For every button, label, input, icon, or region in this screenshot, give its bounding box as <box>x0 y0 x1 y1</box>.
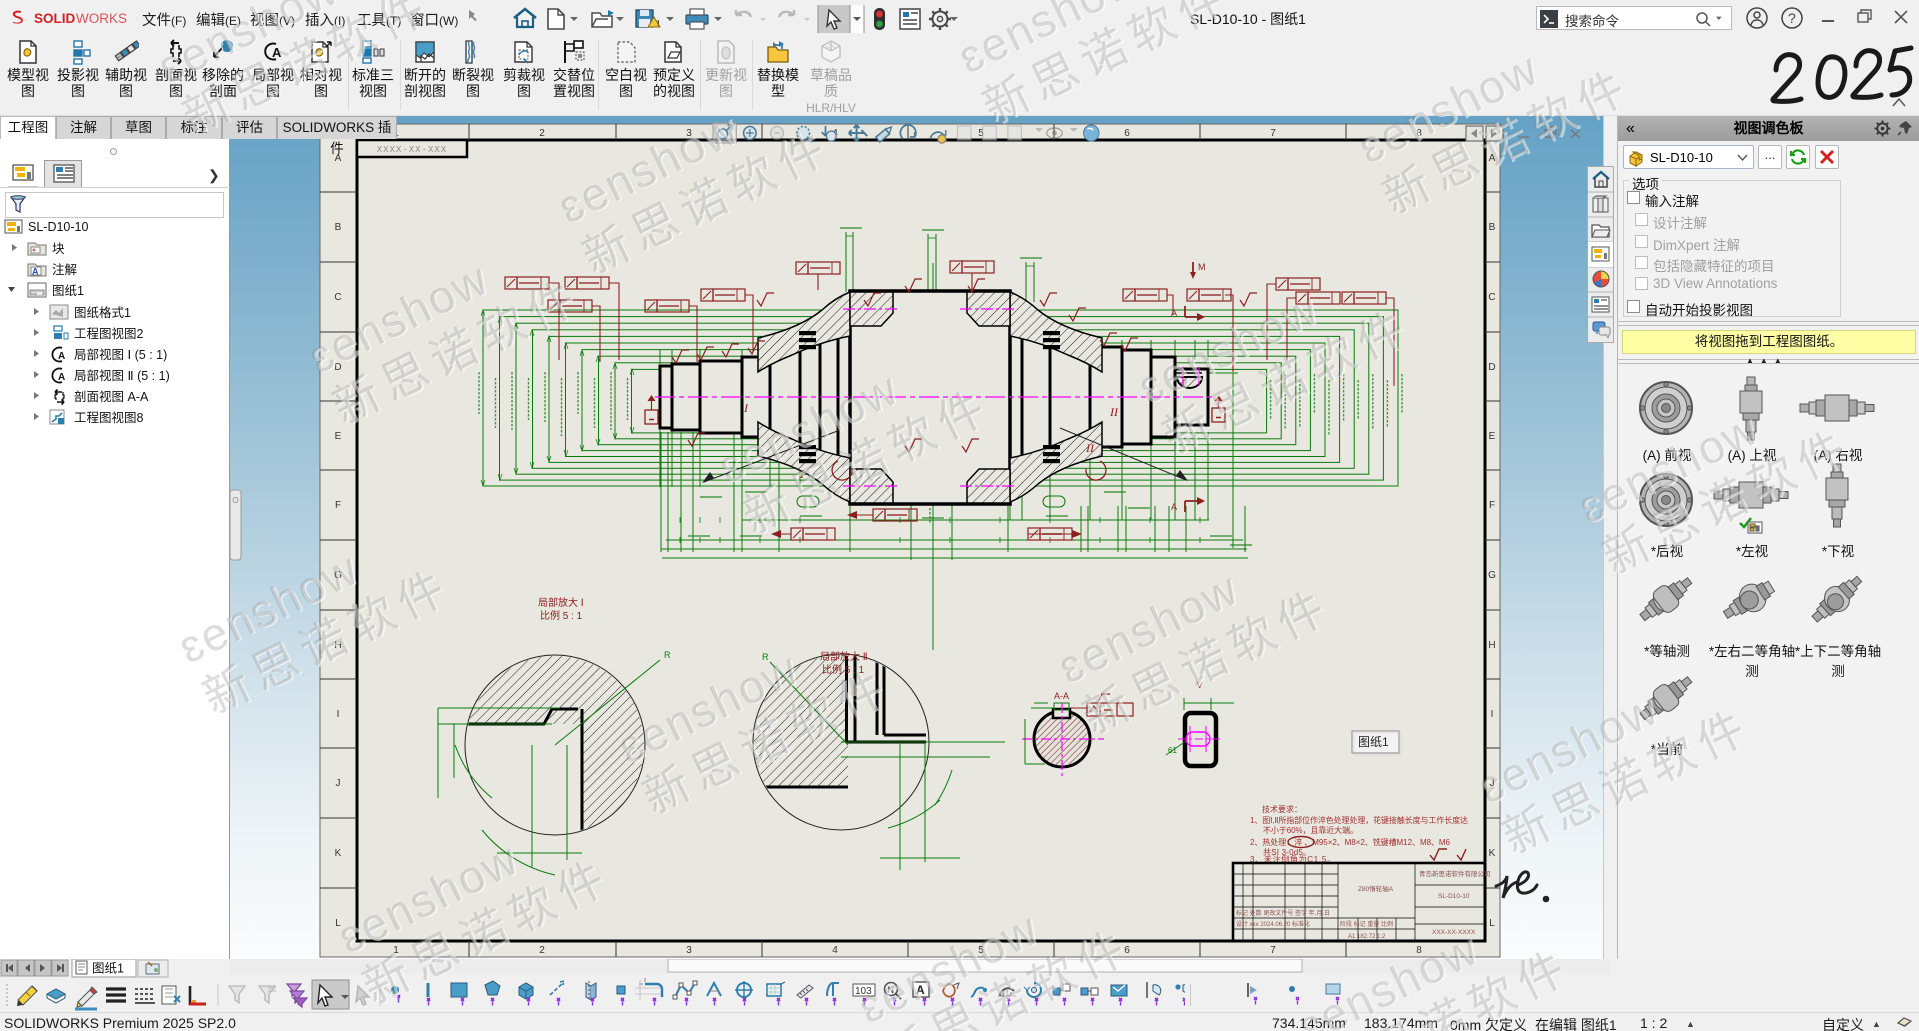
svg-text:7: 7 <box>1270 945 1276 956</box>
svg-text:2: 2 <box>539 945 545 956</box>
svg-text:R: R <box>762 652 769 662</box>
svg-text:H: H <box>334 640 341 651</box>
svg-text:B: B <box>335 222 342 233</box>
svg-text:I: I <box>1491 709 1494 720</box>
svg-text:K: K <box>335 848 342 859</box>
svg-text:SOLID: SOLID <box>34 11 76 26</box>
svg-text:技术要求：: 技术要求： <box>1262 804 1302 814</box>
svg-text:A: A <box>32 267 39 277</box>
svg-text:7: 7 <box>1270 128 1276 139</box>
svg-text:L: L <box>1489 918 1495 929</box>
svg-text:局部放大 Ⅰ: 局部放大 Ⅰ <box>538 596 584 609</box>
svg-text:3: 3 <box>686 945 692 956</box>
svg-text:剖面视图 A-A: 剖面视图 A-A <box>74 389 149 404</box>
svg-text:SL-D10-10: SL-D10-10 <box>1438 893 1470 900</box>
svg-text:青岛新思诺软件有限公司: 青岛新思诺软件有限公司 <box>1419 869 1491 878</box>
svg-text:?: ? <box>1788 10 1796 26</box>
svg-text:2、热处理：淬 、M95×2、M8×2、铣键槽: 2、热处理：淬 、M95×2、M8×2、铣键槽M12、M8、M6 <box>1250 837 1451 847</box>
svg-text:N: N <box>888 985 895 995</box>
svg-text:E: E <box>1489 431 1496 442</box>
svg-text:E: E <box>335 431 342 442</box>
svg-text:标记 处数 更改文件号 签字 年.月.日: 标记 处数 更改文件号 签字 年.月.日 <box>1236 909 1330 917</box>
svg-text:A1 182.72 1:2: A1 182.72 1:2 <box>1348 934 1386 940</box>
svg-text:图纸1: 图纸1 <box>92 962 124 976</box>
svg-text:不小于60%，且靠近大端。: 不小于60%，且靠近大端。 <box>1263 825 1358 835</box>
svg-text:Z80惰轮轴A: Z80惰轮轴A <box>1358 884 1394 893</box>
svg-text:8: 8 <box>1416 128 1422 139</box>
svg-text:图纸1: 图纸1 <box>52 284 84 298</box>
svg-text:J: J <box>336 778 341 789</box>
svg-text:A: A <box>1489 153 1496 164</box>
svg-text:A: A <box>272 45 282 60</box>
svg-text:M: M <box>1198 262 1206 272</box>
svg-text:图纸1: 图纸1 <box>1358 735 1389 749</box>
svg-text:WORKS: WORKS <box>76 11 127 26</box>
svg-text:4: 4 <box>832 945 838 956</box>
svg-text:F: F <box>335 500 341 511</box>
svg-text:A: A <box>1171 502 1177 512</box>
svg-text:图纸格式1: 图纸格式1 <box>74 305 131 320</box>
svg-text:3: 3 <box>686 128 692 139</box>
svg-text:局部放大 Ⅱ: 局部放大 Ⅱ <box>820 650 868 663</box>
svg-text:F: F <box>1489 500 1495 511</box>
svg-text:G: G <box>334 570 342 581</box>
svg-text:C: C <box>1488 292 1495 303</box>
svg-text:A: A <box>58 372 65 383</box>
svg-text:II: II <box>1085 441 1095 455</box>
svg-text:B: B <box>1489 222 1496 233</box>
svg-text:A: A <box>58 351 65 362</box>
svg-text:A-A: A-A <box>1054 691 1069 701</box>
svg-text:工程图视图8: 工程图视图8 <box>74 410 144 425</box>
svg-text:注解: 注解 <box>52 262 77 277</box>
svg-text:!: ! <box>657 19 660 28</box>
svg-text:2: 2 <box>539 128 545 139</box>
svg-text:I: I <box>337 709 340 720</box>
svg-text:局部视图 Ⅱ (5 : 1): 局部视图 Ⅱ (5 : 1) <box>74 368 170 383</box>
svg-text:H: H <box>1488 640 1495 651</box>
svg-text:1: 1 <box>393 945 399 956</box>
svg-text:103: 103 <box>855 986 872 997</box>
svg-text:阶段 标记 重量 比例: 阶段 标记 重量 比例 <box>1340 920 1393 928</box>
svg-text:SL-D10-10: SL-D10-10 <box>28 220 88 234</box>
svg-text:8: 8 <box>1416 945 1422 956</box>
svg-text:II: II <box>1109 405 1119 419</box>
svg-text:A: A <box>1171 308 1177 318</box>
svg-text:J: J <box>1490 778 1495 789</box>
svg-text:比例 5 : 1: 比例 5 : 1 <box>822 663 865 676</box>
svg-text:局部视图 Ⅰ (5 : 1): 局部视图 Ⅰ (5 : 1) <box>74 347 167 362</box>
svg-text:工程图视图2: 工程图视图2 <box>74 326 144 341</box>
svg-text:1、图Ⅰ,Ⅱ所指部位作淬色处理处理，花键接触长度与工作长度达: 1、图Ⅰ,Ⅱ所指部位作淬色处理处理，花键接触长度与工作长度达 <box>1250 815 1468 825</box>
svg-text:R: R <box>664 650 671 660</box>
svg-text:D: D <box>334 362 341 373</box>
svg-text:XXX-XX-XXXX: XXX-XX-XXXX <box>1432 929 1476 936</box>
svg-text:比例 5 : 1: 比例 5 : 1 <box>540 609 583 622</box>
svg-text:块: 块 <box>52 242 65 256</box>
svg-text:5: 5 <box>978 945 984 956</box>
svg-text:6: 6 <box>1124 128 1130 139</box>
svg-text:L: L <box>335 918 341 929</box>
svg-text:设计 xxx 2024.06.20 标准化: 设计 xxx 2024.06.20 标准化 <box>1236 920 1310 928</box>
svg-text:6: 6 <box>1124 945 1130 956</box>
svg-text:V: V <box>1197 681 1203 690</box>
svg-text:61: 61 <box>1168 746 1177 755</box>
svg-text:A: A <box>916 983 925 997</box>
svg-text:K: K <box>1489 848 1496 859</box>
svg-text:C: C <box>334 292 341 303</box>
svg-text:D: D <box>1488 362 1495 373</box>
svg-text:XXXX-XX-XXX: XXXX-XX-XXX <box>377 145 447 155</box>
svg-text:G: G <box>1488 570 1496 581</box>
